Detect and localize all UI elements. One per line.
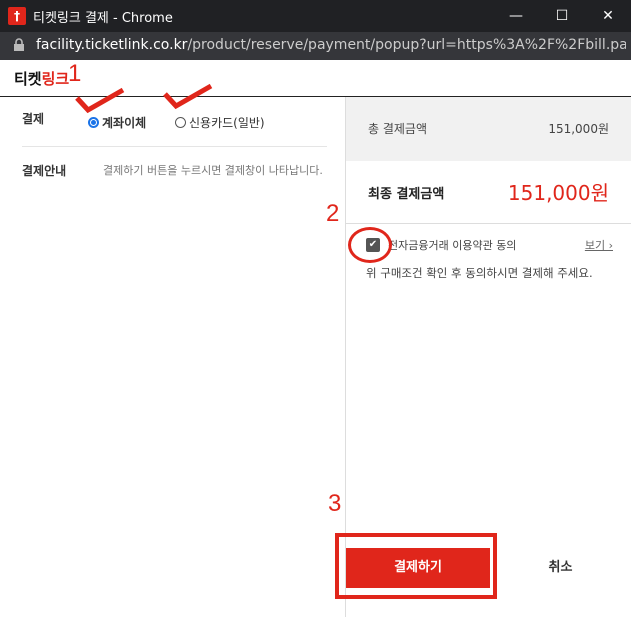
annotation-circle — [348, 227, 392, 263]
annotation-number-3: 3 — [328, 490, 342, 517]
ticketlink-favicon-icon: † — [8, 7, 26, 25]
radio-credit-card[interactable]: 신용카드(일반) — [175, 114, 265, 131]
radio-bank-transfer[interactable]: 계좌이체 — [88, 114, 146, 131]
payment-guide-text: 결제하기 버튼을 누르시면 결제창이 나타납니다. — [103, 164, 323, 177]
maximize-button[interactable]: ☐ — [539, 0, 585, 32]
payment-method-label: 결제 — [22, 112, 45, 126]
title-bar: † 티켓링크 결제 - Chrome — ☐ ✕ — [0, 0, 631, 32]
total-amount-value: 151,000원 — [548, 122, 609, 136]
total-amount-label: 총 결제금액 — [368, 122, 428, 136]
annotation-highlight-box — [335, 533, 497, 599]
purchase-notice: 위 구매조건 확인 후 동의하시면 결제해 주세요. — [366, 266, 593, 280]
window-title: 티켓링크 결제 - Chrome — [33, 11, 173, 26]
ticketlink-logo: 티켓링크 — [14, 70, 70, 88]
close-button[interactable]: ✕ — [585, 0, 631, 32]
radio-unselected-icon[interactable] — [175, 117, 186, 128]
cancel-button[interactable]: 취소 — [490, 548, 631, 588]
radio-selected-icon[interactable] — [88, 117, 99, 128]
annotation-checkmark-icon — [75, 87, 125, 114]
annotation-checkmark-icon — [163, 83, 213, 110]
annotation-number-1: 1 — [68, 60, 82, 87]
annotation-number-2: 2 — [326, 200, 340, 227]
address-bar[interactable]: facility.ticketlink.co.kr/product/reserv… — [0, 32, 631, 60]
final-amount-value: 151,000원 — [507, 181, 609, 205]
divider — [22, 146, 327, 147]
final-amount-label: 최종 결제금액 — [368, 187, 445, 202]
total-amount-box: 총 결제금액 151,000원 — [346, 97, 631, 161]
terms-view-link[interactable]: 보기 › — [585, 237, 613, 253]
payment-guide-label: 결제안내 — [22, 164, 67, 178]
lock-icon — [14, 38, 24, 51]
terms-agree-text: 전자금융거래 이용약관 동의 — [388, 239, 517, 252]
minimize-button[interactable]: — — [493, 0, 539, 32]
final-amount-box: 최종 결제금액 151,000원 — [346, 161, 631, 224]
url-text[interactable]: facility.ticketlink.co.kr/product/reserv… — [36, 37, 626, 53]
